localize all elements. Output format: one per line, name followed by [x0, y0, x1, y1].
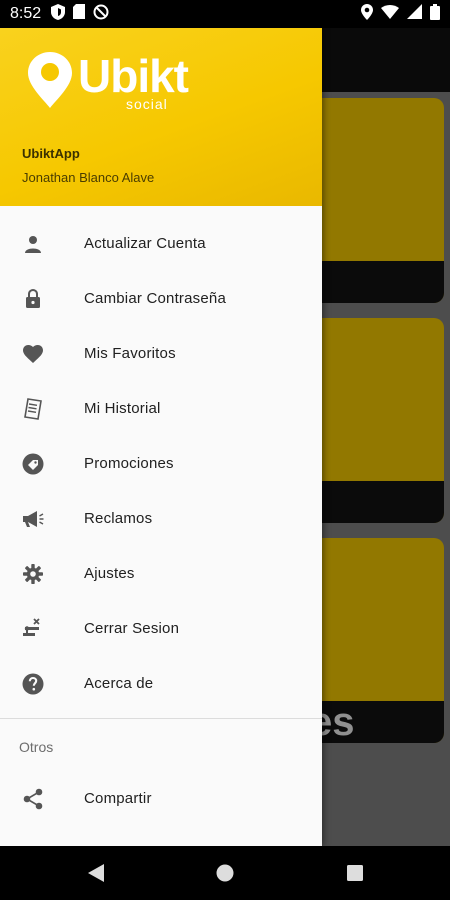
share-icon [22, 788, 44, 810]
menu-item-label: Cerrar Sesion [84, 620, 180, 637]
logo-subtitle: social [126, 96, 168, 112]
system-navigation-bar [0, 846, 450, 900]
data-saver-icon [93, 4, 109, 25]
menu-item-label: Acerca de [84, 675, 154, 692]
app-name: UbiktApp [22, 146, 80, 161]
drawer-header: Ubikt social UbiktApp Jonathan Blanco Al… [0, 28, 322, 206]
menu-item-mi-historial[interactable]: Mi Historial [0, 381, 322, 436]
location-icon [361, 3, 373, 25]
menu-item-label: Ajustes [84, 565, 135, 582]
section-title-otros: Otros [19, 739, 54, 755]
menu-item-label: Compartir [84, 790, 152, 807]
tag-icon [22, 453, 44, 475]
menu-item-actualizar-cuenta[interactable]: Actualizar Cuenta [0, 216, 322, 271]
menu-item-label: Promociones [84, 455, 174, 472]
location-pin-logo-icon [28, 52, 72, 108]
menu-item-label: Actualizar Cuenta [84, 235, 206, 252]
drawer-other-menu: Compartir [0, 771, 322, 826]
logo-wordmark: Ubikt [78, 50, 189, 102]
recents-icon[interactable] [345, 863, 365, 883]
user-name: Jonathan Blanco Alave [22, 170, 155, 185]
menu-item-cambiar-contrasena[interactable]: Cambiar Contraseña [0, 271, 322, 326]
wifi-icon [381, 4, 399, 24]
status-time: 8:52 [10, 5, 42, 22]
menu-item-promociones[interactable]: Promociones [0, 436, 322, 491]
menu-item-label: Mis Favoritos [84, 345, 176, 362]
megaphone-icon [22, 508, 44, 530]
person-icon [22, 233, 44, 255]
menu-item-ajustes[interactable]: Ajustes [0, 546, 322, 601]
drawer-menu: Actualizar Cuenta Cambiar Contraseña Mis… [0, 206, 322, 711]
receipt-icon [22, 397, 44, 420]
logout-icon [22, 617, 44, 640]
shield-icon [51, 3, 66, 25]
heart-icon [22, 343, 44, 365]
battery-icon [430, 3, 440, 25]
menu-item-label: Mi Historial [84, 400, 161, 417]
home-icon[interactable] [215, 863, 235, 883]
sd-card-icon [73, 4, 86, 24]
ubikt-logo: Ubikt social [26, 50, 189, 120]
menu-item-cerrar-sesion[interactable]: Cerrar Sesion [0, 601, 322, 656]
back-icon[interactable] [86, 863, 106, 883]
cellular-icon [407, 4, 422, 24]
menu-item-compartir[interactable]: Compartir [0, 771, 322, 826]
menu-item-label: Cambiar Contraseña [84, 290, 226, 307]
gear-icon [22, 563, 44, 585]
status-bar: 8:52 [0, 0, 450, 28]
navigation-drawer: Ubikt social UbiktApp Jonathan Blanco Al… [0, 28, 322, 846]
menu-item-mis-favoritos[interactable]: Mis Favoritos [0, 326, 322, 381]
menu-item-reclamos[interactable]: Reclamos [0, 491, 322, 546]
menu-item-label: Reclamos [84, 510, 153, 527]
menu-item-acerca-de[interactable]: Acerca de [0, 656, 322, 711]
lock-icon [22, 288, 44, 310]
help-icon [22, 673, 44, 695]
